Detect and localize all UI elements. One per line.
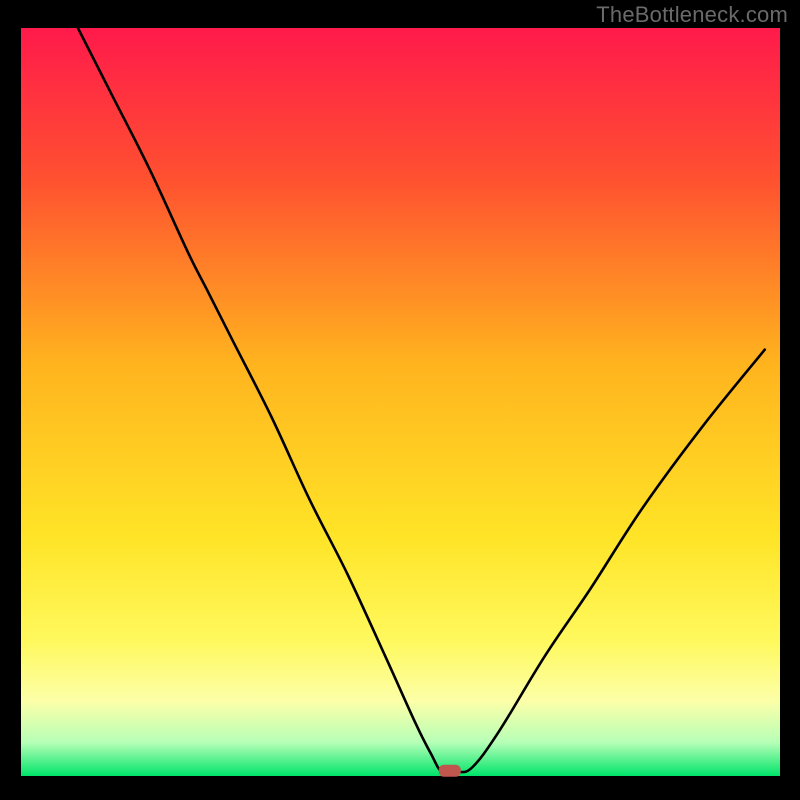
bottleneck-chart (0, 0, 800, 800)
outer-frame: TheBottleneck.com (0, 0, 800, 800)
optimal-marker (439, 765, 461, 777)
